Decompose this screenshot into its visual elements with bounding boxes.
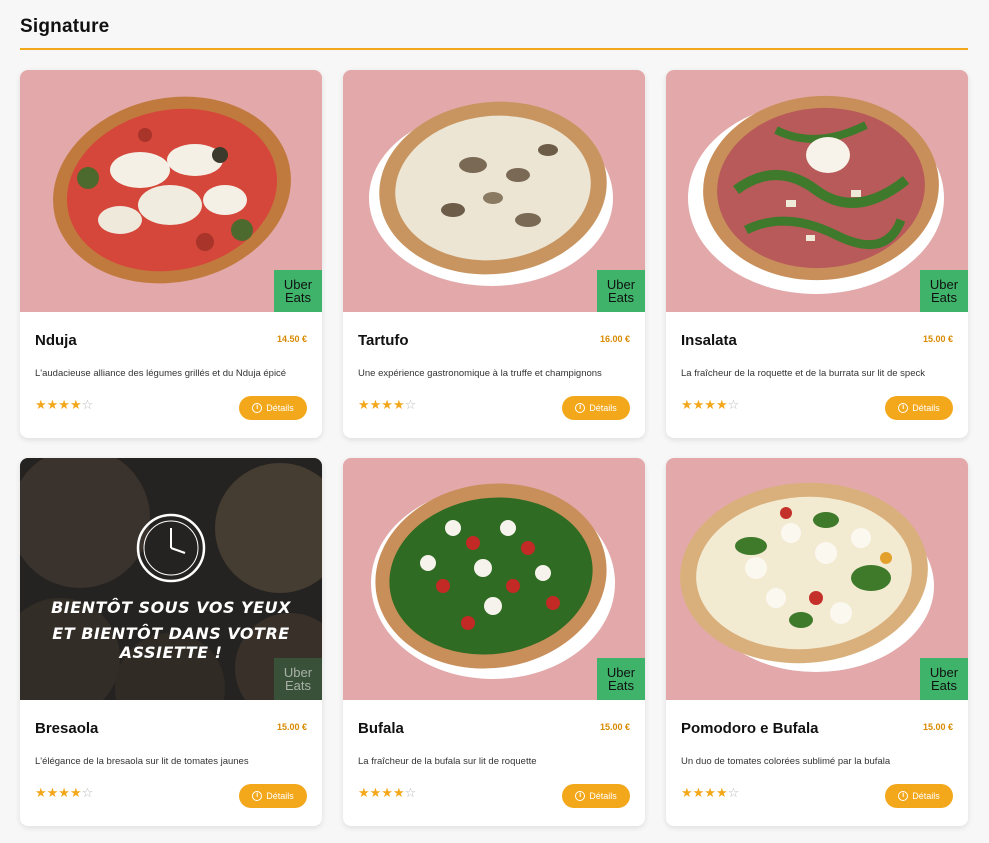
- card-info: Nduja 14.50 € L'audacieuse alliance des …: [20, 312, 322, 438]
- product-price: 15.00 €: [276, 722, 307, 732]
- product-name: Nduja: [35, 332, 77, 349]
- pizza-insalata-photo[interactable]: Uber Eats: [666, 70, 968, 312]
- eats-label: Eats: [607, 290, 634, 305]
- uber-eats-badge[interactable]: Uber Eats: [920, 658, 968, 700]
- pizza-pomodoro-photo[interactable]: Uber Eats: [666, 458, 968, 700]
- overlay-text-line2: ET BIENTÔT DANS VOTRE ASSIETTE !: [52, 624, 290, 662]
- overlay-text-line1: BIENTÔT SOUS VOS YEUX: [51, 598, 291, 617]
- star-empty-icon: ☆: [81, 397, 94, 412]
- uber-eats-badge[interactable]: Uber Eats: [597, 270, 645, 312]
- product-description: L'élégance de la bresaola sur lit de tom…: [35, 756, 249, 767]
- pizza-nduja-photo[interactable]: Uber Eats: [20, 70, 322, 312]
- details-button[interactable]: i Détails: [885, 396, 953, 420]
- product-price: 15.00 €: [922, 722, 953, 732]
- product-price: 16.00 €: [599, 334, 630, 344]
- star-rating: ★★★★☆: [358, 786, 416, 799]
- star-filled-icon: ★★★★: [35, 397, 82, 412]
- star-empty-icon: ☆: [404, 397, 417, 412]
- card-info: Bresaola 15.00 € L'élégance de la bresao…: [20, 700, 322, 826]
- product-description: Un duo de tomates colorées sublimé par l…: [681, 756, 891, 767]
- info-icon: i: [252, 403, 263, 413]
- product-card[interactable]: Uber Eats Insalata 15.00 € La fraîcheur …: [666, 70, 968, 438]
- product-card[interactable]: Uber Eats Bufala 15.00 € La fraîcheur de…: [343, 458, 645, 826]
- details-button-label: Détails: [266, 791, 294, 801]
- product-grid: Uber Eats Nduja 14.50 € L'audacieuse all…: [20, 70, 968, 826]
- details-button[interactable]: i Détails: [239, 396, 307, 420]
- product-name: Insalata: [681, 332, 737, 349]
- eats-label: Eats: [284, 678, 311, 693]
- info-icon: i: [575, 791, 586, 801]
- product-description: Une expérience gastronomique à la truffe…: [358, 368, 602, 379]
- star-empty-icon: ☆: [727, 397, 740, 412]
- pizza-tartufo-photo[interactable]: Uber Eats: [343, 70, 645, 312]
- star-filled-icon: ★★★★: [681, 397, 728, 412]
- uber-eats-badge[interactable]: Uber Eats: [274, 270, 322, 312]
- uber-eats-badge[interactable]: Uber Eats: [274, 658, 322, 700]
- details-button-label: Détails: [912, 403, 940, 413]
- details-button-label: Détails: [589, 403, 617, 413]
- card-info: Tartufo 16.00 € Une expérience gastronom…: [343, 312, 645, 438]
- star-filled-icon: ★★★★: [681, 785, 728, 800]
- info-icon: i: [252, 791, 263, 801]
- star-rating: ★★★★☆: [358, 398, 416, 411]
- details-button-label: Détails: [266, 403, 294, 413]
- star-empty-icon: ☆: [81, 785, 94, 800]
- star-rating: ★★★★☆: [681, 398, 739, 411]
- details-button-label: Détails: [912, 791, 940, 801]
- info-icon: i: [898, 403, 909, 413]
- product-price: 15.00 €: [599, 722, 630, 732]
- uber-eats-badge[interactable]: Uber Eats: [597, 658, 645, 700]
- star-filled-icon: ★★★★: [358, 785, 405, 800]
- pizza-bufala-photo[interactable]: Uber Eats: [343, 458, 645, 700]
- card-info: Bufala 15.00 € La fraîcheur de la bufala…: [343, 700, 645, 826]
- star-empty-icon: ☆: [727, 785, 740, 800]
- info-icon: i: [575, 403, 586, 413]
- eats-label: Eats: [930, 678, 957, 693]
- coming-soon-photo[interactable]: BIENTÔT SOUS VOS YEUX ET BIENTÔT DANS VO…: [20, 458, 322, 700]
- product-description: La fraîcheur de la bufala sur lit de roq…: [358, 756, 537, 767]
- eats-label: Eats: [607, 678, 634, 693]
- details-button[interactable]: i Détails: [239, 784, 307, 808]
- product-name: Pomodoro e Bufala: [681, 720, 819, 737]
- product-price: 15.00 €: [922, 334, 953, 344]
- section-divider: [20, 48, 968, 50]
- product-price: 14.50 €: [276, 334, 307, 344]
- product-card[interactable]: Uber Eats Pomodoro e Bufala 15.00 € Un d…: [666, 458, 968, 826]
- product-card[interactable]: BIENTÔT SOUS VOS YEUX ET BIENTÔT DANS VO…: [20, 458, 322, 826]
- info-icon: i: [898, 791, 909, 801]
- product-name: Tartufo: [358, 332, 409, 349]
- product-name: Bufala: [358, 720, 404, 737]
- eats-label: Eats: [284, 290, 311, 305]
- details-button-label: Détails: [589, 791, 617, 801]
- product-card[interactable]: Uber Eats Tartufo 16.00 € Une expérience…: [343, 70, 645, 438]
- card-info: Pomodoro e Bufala 15.00 € Un duo de toma…: [666, 700, 968, 826]
- star-rating: ★★★★☆: [35, 398, 93, 411]
- star-empty-icon: ☆: [404, 785, 417, 800]
- details-button[interactable]: i Détails: [562, 396, 630, 420]
- star-rating: ★★★★☆: [35, 786, 93, 799]
- section-title: Signature: [20, 16, 110, 37]
- product-description: L'audacieuse alliance des légumes grillé…: [35, 368, 287, 379]
- product-description: La fraîcheur de la roquette et de la bur…: [681, 368, 925, 379]
- star-filled-icon: ★★★★: [35, 785, 82, 800]
- star-filled-icon: ★★★★: [358, 397, 405, 412]
- details-button[interactable]: i Détails: [885, 784, 953, 808]
- product-card[interactable]: Uber Eats Nduja 14.50 € L'audacieuse all…: [20, 70, 322, 438]
- product-name: Bresaola: [35, 720, 99, 737]
- uber-eats-badge[interactable]: Uber Eats: [920, 270, 968, 312]
- details-button[interactable]: i Détails: [562, 784, 630, 808]
- star-rating: ★★★★☆: [681, 786, 739, 799]
- card-info: Insalata 15.00 € La fraîcheur de la roqu…: [666, 312, 968, 438]
- eats-label: Eats: [930, 290, 957, 305]
